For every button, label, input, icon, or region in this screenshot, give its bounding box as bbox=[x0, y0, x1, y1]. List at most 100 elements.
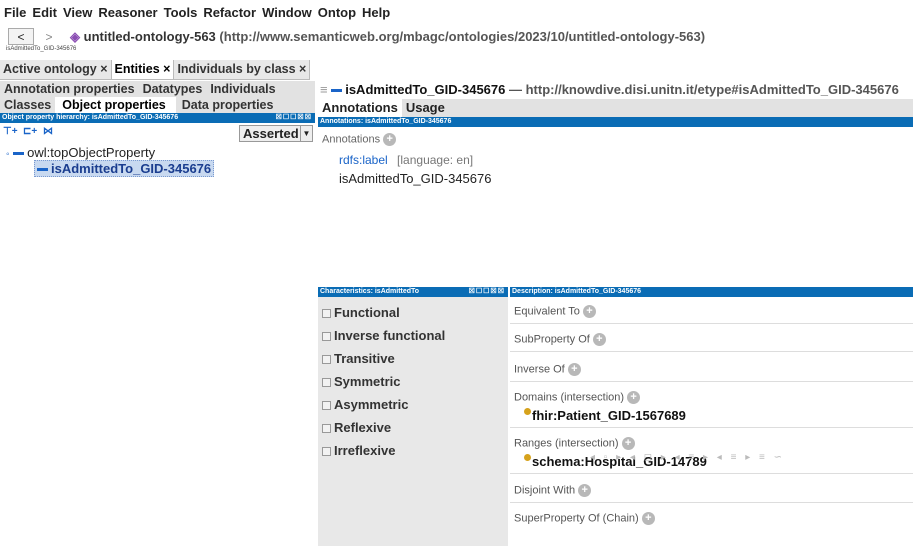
subproperty-of-header: SubProperty Of + bbox=[514, 333, 606, 346]
chevron-down-icon: ▼ bbox=[300, 126, 312, 141]
tree-node-root[interactable]: ◦ owl:topObjectProperty bbox=[6, 145, 155, 160]
class-icon bbox=[524, 454, 531, 461]
checkbox-label: Asymmetric bbox=[334, 397, 409, 412]
tab-classes[interactable]: Classes bbox=[0, 97, 55, 113]
domain-item[interactable]: fhir:Patient_GID-1567689 bbox=[524, 408, 686, 423]
add-subproperty-icon[interactable]: + bbox=[592, 333, 606, 346]
annotation-row[interactable]: rdfs:label [language: en] bbox=[339, 153, 473, 167]
hierarchy-toolbar: ⊤+ ⊏+ ⋈ Asserted ▼ bbox=[0, 123, 315, 143]
disjoint-with-header: Disjoint With + bbox=[514, 484, 592, 497]
checkbox-functional[interactable]: Functional bbox=[322, 305, 400, 320]
checkbox-box bbox=[322, 332, 331, 342]
menu-file[interactable]: File bbox=[4, 5, 26, 20]
checkbox-transitive[interactable]: Transitive bbox=[322, 351, 395, 366]
menu-edit[interactable]: Edit bbox=[32, 5, 57, 20]
menu-refactor[interactable]: Refactor bbox=[203, 5, 256, 20]
tab-object-properties[interactable]: Object properties bbox=[55, 97, 176, 113]
tab-entities[interactable]: Entities × bbox=[111, 60, 175, 79]
menu-ontop[interactable]: Ontop bbox=[318, 5, 356, 20]
checkbox-box bbox=[322, 309, 331, 319]
characteristics-title: Characteristics: isAdmittedTo bbox=[320, 288, 420, 295]
add-subproperty-icon[interactable]: ⊤+ bbox=[3, 126, 18, 137]
tab-usage[interactable]: Usage bbox=[402, 99, 449, 117]
annotation-value: isAdmittedTo_GID-345676 bbox=[339, 171, 492, 186]
view-controls[interactable]: ☒☐☐☒☒ bbox=[276, 113, 315, 123]
add-range-icon[interactable]: + bbox=[621, 437, 635, 450]
annotations-header: Annotations + bbox=[322, 133, 397, 146]
checkbox-label: Symmetric bbox=[334, 374, 401, 389]
menu-view[interactable]: View bbox=[63, 5, 92, 20]
divider bbox=[510, 502, 913, 503]
tab-individuals-by-class[interactable]: Individuals by class × bbox=[174, 60, 311, 79]
add-disjoint-icon[interactable]: + bbox=[578, 484, 592, 497]
divider bbox=[510, 427, 913, 428]
tree-node-selected[interactable]: isAdmittedTo_GID-345676 bbox=[34, 160, 215, 177]
add-annotation-icon[interactable]: + bbox=[383, 133, 397, 146]
back-button[interactable]: < bbox=[8, 28, 34, 45]
tab-data-properties[interactable]: Data properties bbox=[176, 97, 278, 113]
object-property-icon bbox=[37, 168, 48, 172]
view-controls[interactable]: ☒☐☐☒☒ bbox=[469, 287, 508, 297]
slide-navigation: ◂ ▫ ▸ ◂ ◻ ▸ ◂ ≡ ▸ ◂ ≡ ▸ ≡ ∽ bbox=[590, 452, 786, 463]
object-property-icon bbox=[13, 152, 25, 156]
checkbox-box bbox=[322, 401, 331, 411]
expand-toggle-icon[interactable]: ◦ bbox=[6, 149, 10, 160]
section-label: SuperProperty Of (Chain) bbox=[514, 512, 639, 525]
add-sibling-icon[interactable]: ⊏+ bbox=[23, 126, 37, 137]
section-label: Inverse Of bbox=[514, 363, 565, 376]
checkbox-asymmetric[interactable]: Asymmetric bbox=[322, 397, 408, 412]
class-icon bbox=[524, 408, 531, 415]
checkbox-box bbox=[322, 355, 331, 365]
tab-datatypes[interactable]: Datatypes bbox=[139, 81, 207, 97]
forward-button[interactable]: > bbox=[36, 28, 62, 45]
annotation-language: [language: en] bbox=[397, 153, 474, 167]
entity-header: ≡ isAdmittedTo_GID-345676 — http://knowd… bbox=[318, 81, 913, 99]
ontology-title: untitled-ontology-563 bbox=[83, 29, 216, 44]
ontology-diamond-icon: ◈ bbox=[70, 29, 80, 44]
checkbox-reflexive[interactable]: Reflexive bbox=[322, 420, 391, 435]
asserted-select-value: Asserted bbox=[243, 126, 299, 141]
add-equivalent-icon[interactable]: + bbox=[582, 305, 596, 318]
ranges-header: Ranges (intersection) + bbox=[514, 437, 635, 450]
ontology-uri: (http://www.semanticweb.org/mbagc/ontolo… bbox=[219, 29, 706, 44]
equivalent-to-header: Equivalent To + bbox=[514, 305, 596, 318]
entity-detail-tabs: Annotations Usage bbox=[318, 99, 913, 117]
add-inverse-icon[interactable]: + bbox=[567, 363, 581, 376]
characteristics-panel: Characteristics: isAdmittedTo ☒☐☐☒☒ Func… bbox=[318, 287, 508, 546]
menu-tools[interactable]: Tools bbox=[164, 5, 198, 20]
divider bbox=[510, 323, 913, 324]
inverse-of-header: Inverse Of + bbox=[514, 363, 581, 376]
checkbox-box bbox=[322, 424, 331, 434]
right-panel: ≡ isAdmittedTo_GID-345676 — http://knowd… bbox=[318, 81, 913, 546]
delete-property-icon[interactable]: ⋈ bbox=[43, 126, 53, 137]
divider bbox=[510, 381, 913, 382]
checkbox-irreflexive[interactable]: Irreflexive bbox=[322, 443, 395, 458]
entity-uri: — http://knowdive.disi.unitn.it/etype#is… bbox=[508, 82, 899, 97]
entity-name: isAdmittedTo_GID-345676 bbox=[345, 82, 506, 97]
asserted-select[interactable]: Asserted ▼ bbox=[239, 125, 313, 142]
annotations-section: Annotations + rdfs:label [language: en] … bbox=[318, 127, 913, 211]
superproperty-chain-header: SuperProperty Of (Chain) + bbox=[514, 512, 655, 525]
menu-help[interactable]: Help bbox=[362, 5, 390, 20]
tree-node-selected-label: isAdmittedTo_GID-345676 bbox=[51, 161, 212, 176]
annotation-property: rdfs:label bbox=[339, 153, 388, 167]
tab-individuals[interactable]: Individuals bbox=[206, 81, 279, 97]
description-panel: Description: isAdmittedTo_GID-345676 Equ… bbox=[510, 287, 913, 546]
tab-annotations[interactable]: Annotations bbox=[318, 99, 402, 117]
tab-annotation-properties[interactable]: Annotation properties bbox=[0, 81, 139, 97]
checkbox-inverse-functional[interactable]: Inverse functional bbox=[322, 328, 445, 343]
menu-window[interactable]: Window bbox=[262, 5, 312, 20]
add-domain-icon[interactable]: + bbox=[627, 391, 641, 404]
add-chain-icon[interactable]: + bbox=[641, 512, 655, 525]
menu-bar: File Edit View Reasoner Tools Refactor W… bbox=[0, 0, 913, 24]
breadcrumb[interactable]: isAdmittedTo_GID-345676 bbox=[6, 46, 76, 52]
left-panel: Annotation properties Datatypes Individu… bbox=[0, 81, 315, 466]
menu-reasoner[interactable]: Reasoner bbox=[98, 5, 157, 20]
entity-tabs: Annotation properties Datatypes Individu… bbox=[0, 81, 315, 113]
checkbox-symmetric[interactable]: Symmetric bbox=[322, 374, 400, 389]
tree-node-root-label: owl:topObjectProperty bbox=[27, 145, 156, 160]
section-label: SubProperty Of bbox=[514, 333, 590, 346]
tab-active-ontology[interactable]: Active ontology × bbox=[0, 60, 112, 79]
checkbox-box bbox=[322, 447, 331, 457]
annotations-title-bar: Annotations: isAdmittedTo_GID-345676 bbox=[318, 117, 913, 127]
